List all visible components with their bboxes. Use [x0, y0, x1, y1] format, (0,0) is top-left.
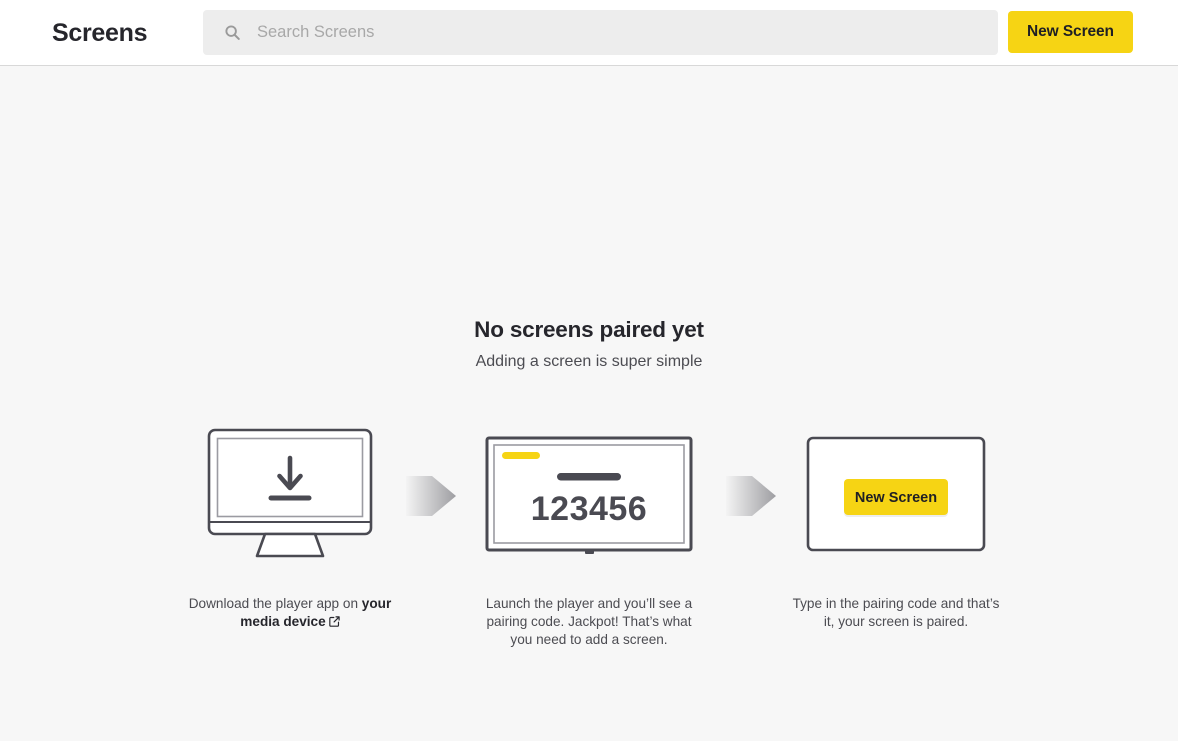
- onboarding-step-pairing-code: 123456 Launch the player and you’ll see …: [484, 424, 694, 650]
- new-screen-dialog-icon: New Screen: [806, 436, 986, 552]
- step-caption: Type in the pairing code and that’s it, …: [792, 596, 1000, 630]
- empty-state-title: No screens paired yet: [474, 317, 704, 342]
- step-illustration: 123456: [484, 424, 694, 564]
- empty-state: No screens paired yet Adding a screen is…: [0, 66, 1178, 741]
- step-illustration: New Screen: [791, 424, 1001, 564]
- onboarding-step-new-screen: New Screen Type in the pairing code and …: [791, 424, 1001, 631]
- step-arrow-separator: [406, 472, 456, 520]
- chevron-right-icon: [406, 476, 456, 516]
- search-icon: [225, 25, 240, 40]
- search-field[interactable]: [203, 10, 998, 55]
- monitor-download-icon: [207, 428, 373, 558]
- step-caption: Download the player app on your media de…: [185, 595, 395, 631]
- new-screen-art-button-label: New Screen: [855, 490, 937, 506]
- pairing-code-value: 123456: [531, 490, 647, 528]
- chevron-right-icon: [726, 476, 776, 516]
- step-illustration: [185, 424, 395, 564]
- onboarding-steps: Download the player app on your media de…: [0, 424, 1178, 664]
- onboarding-step-download: Download the player app on your media de…: [185, 424, 395, 631]
- app-header: Screens New Screen: [0, 0, 1178, 66]
- step-caption-text: Download the player app on: [188, 596, 362, 611]
- new-screen-button[interactable]: New Screen: [1008, 11, 1133, 53]
- tv-pairing-code-icon: 123456: [485, 436, 693, 554]
- step-caption: Launch the player and you’ll see a pairi…: [485, 596, 693, 648]
- external-link-icon: [328, 616, 340, 627]
- page-title: Screens: [52, 19, 148, 47]
- yellow-accent-bar: [502, 452, 540, 459]
- step-arrow-separator: [726, 472, 776, 520]
- empty-state-subtitle: Adding a screen is super simple: [475, 353, 703, 370]
- search-input[interactable]: [257, 23, 984, 42]
